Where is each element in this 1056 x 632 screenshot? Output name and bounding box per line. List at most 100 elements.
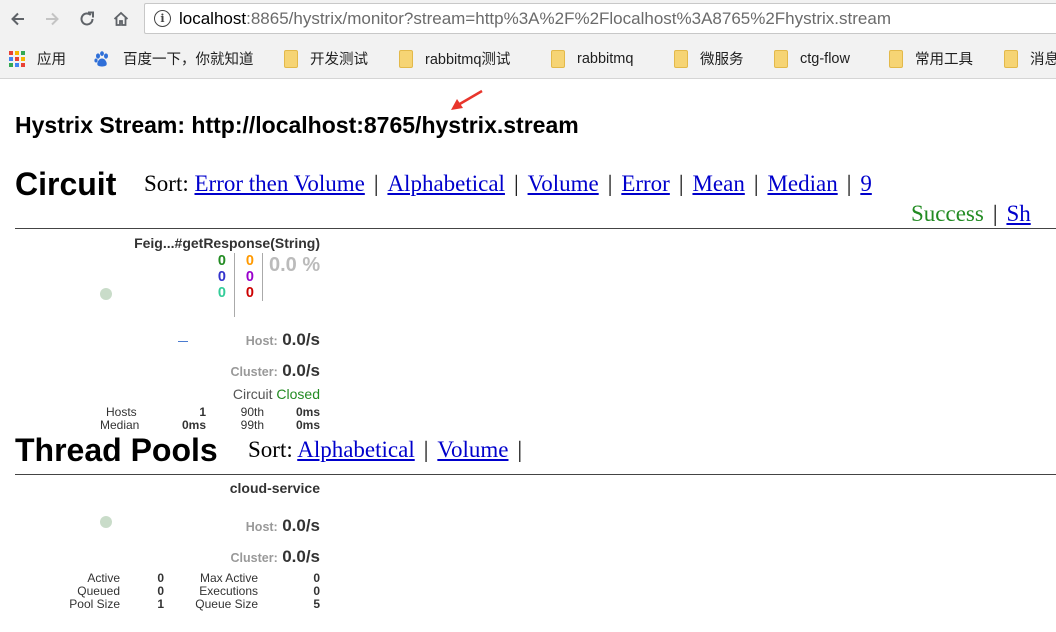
bookmark-folder-microservices[interactable]: 微服务 [674,38,744,78]
sort-separator: | [753,171,759,196]
sort-median[interactable]: Median [767,171,837,196]
sparkline [178,341,188,342]
sort-label: Sort: [248,437,293,462]
pool-sort-alphabetical[interactable]: Alphabetical [297,437,415,462]
pool-sort-volume[interactable]: Volume [437,437,508,462]
bookmark-folder-rabbitmq-test[interactable]: rabbitmq测试 [399,38,511,78]
bookmark-folder-rabbitmq[interactable]: rabbitmq [551,38,634,78]
bookmark-label: 应用 [37,52,66,68]
pool-size-value: 1 [157,597,164,611]
back-arrow-icon [11,12,24,26]
thread-pool-monitor: cloud-service Host: 0.0/s Cluster: 0.0/s… [14,480,320,614]
host-rate-value: 0.0/s [282,516,320,535]
bookmark-label: 消息 [1030,52,1056,68]
sort-separator: | [517,437,523,462]
short-circuited-count: 0 [217,269,226,285]
url-path: :8865/hystrix/monitor?stream=http%3A%2F%… [246,8,891,28]
counter-divider [234,253,235,317]
counter-divider [262,253,263,301]
sort-error[interactable]: Error [621,171,670,196]
site-info-icon[interactable]: i [154,10,171,27]
forward-button[interactable] [38,5,66,33]
thread-pools-divider [15,474,1056,475]
cluster-rate-value: 0.0/s [282,361,320,380]
bookmark-folder-messages[interactable]: 消息 [1004,38,1056,78]
reload-icon [80,11,94,26]
thread-pool-name: cloud-service [229,480,320,496]
p99-value: 0ms [295,418,320,432]
bookmark-folder-dev-test[interactable]: 开发测试 [284,38,368,78]
sort-mean[interactable]: Mean [692,171,744,196]
sort-label: Sort: [144,171,189,196]
bookmarks-bar: 应用 百度一下，你就知道 开发测试 rabbitmq测试 rabbitmq 微服… [0,38,1056,79]
bookmark-label: 微服务 [700,52,744,68]
home-button[interactable] [107,5,135,33]
sort-separator: | [423,437,429,462]
sort-90th[interactable]: 9 [860,171,872,196]
bookmark-folder-tools[interactable]: 常用工具 [889,38,973,78]
median-label: Median [100,418,140,432]
sort-success[interactable]: Success [911,201,984,226]
browser-toolbar: i localhost:8865/hystrix/monitor?stream=… [0,0,1056,38]
bookmark-folder-ctg-flow[interactable]: ctg-flow [774,38,850,78]
bookmark-label: ctg-flow [800,50,850,67]
sort-separator: | [846,171,852,196]
url-text: localhost:8865/hystrix/monitor?stream=ht… [179,9,891,29]
queue-size-value: 5 [313,597,320,611]
folder-icon [284,49,298,68]
cluster-rate-label: Cluster: [230,551,278,565]
folder-icon [774,49,788,68]
circuit-state: Closed [276,386,320,402]
apps-grid-icon [9,50,25,67]
baidu-paw-icon [94,50,108,66]
back-button[interactable] [4,5,32,33]
cluster-rate-value: 0.0/s [282,547,320,566]
queue-size-label: Queue Size [195,597,258,611]
sort-separator: | [607,171,613,196]
circuit-sort-bar: Sort: Error then Volume | Alphabetical | Vol… [144,171,872,197]
stream-title: Hystrix Stream: http://localhost:8765/hy… [15,112,579,138]
address-bar[interactable]: i localhost:8865/hystrix/monitor?stream=… [144,3,1056,34]
sort-separator: | [513,171,519,196]
sort-volume[interactable]: Volume [528,171,599,196]
bookmark-baidu[interactable]: 百度一下，你就知道 [93,38,254,78]
reload-button[interactable] [73,5,101,33]
success-count: 0 [217,253,226,269]
folder-icon [399,49,413,68]
cluster-rate-row: Cluster: 0.0/s [231,361,321,381]
host-rate-label: Host: [245,334,278,348]
pool-size-label: Pool Size [69,597,120,611]
thread-pool-health-dot [100,516,112,528]
forward-arrow-icon [46,12,59,26]
rejected-count: 0 [245,269,254,285]
counter-column-1: 0 0 0 [210,253,226,301]
bookmark-label: 常用工具 [915,52,973,68]
failure-count: 0 [245,285,254,301]
bookmark-apps[interactable]: 应用 [9,38,66,78]
circuit-sort-bar-row2: Success | Sh [911,201,1031,227]
sort-alphabetical[interactable]: Alphabetical [387,171,505,196]
bookmark-label: 百度一下，你就知道 [123,52,254,68]
host-rate-label: Host: [245,520,278,534]
sort-short-circuited[interactable]: Sh [1006,201,1030,226]
circuit-health-dot [100,288,112,300]
sort-separator: | [992,201,998,226]
pool-cluster-rate-row: Cluster: 0.0/s [231,547,321,567]
circuit-status: Circuit Closed [233,386,320,402]
counter-column-2: 0 0 0 [238,253,254,301]
folder-icon [674,49,688,68]
sort-error-then-volume[interactable]: Error then Volume [194,171,364,196]
folder-icon [889,49,903,68]
bookmark-label: rabbitmq测试 [425,52,511,68]
pool-host-rate-row: Host: 0.0/s [246,516,320,536]
circuit-section-title: Circuit [15,166,117,202]
folder-icon [551,49,565,68]
folder-icon [1004,49,1018,68]
circuit-status-label: Circuit [232,386,273,402]
timeout-count: 0 [245,253,254,269]
error-percentage: 0.0 % [269,254,321,276]
bookmark-label: rabbitmq [577,50,634,67]
p99-label: 99th [240,418,264,432]
host-rate-row: Host: 0.0/s [246,330,320,350]
bookmark-label: 开发测试 [310,52,368,68]
